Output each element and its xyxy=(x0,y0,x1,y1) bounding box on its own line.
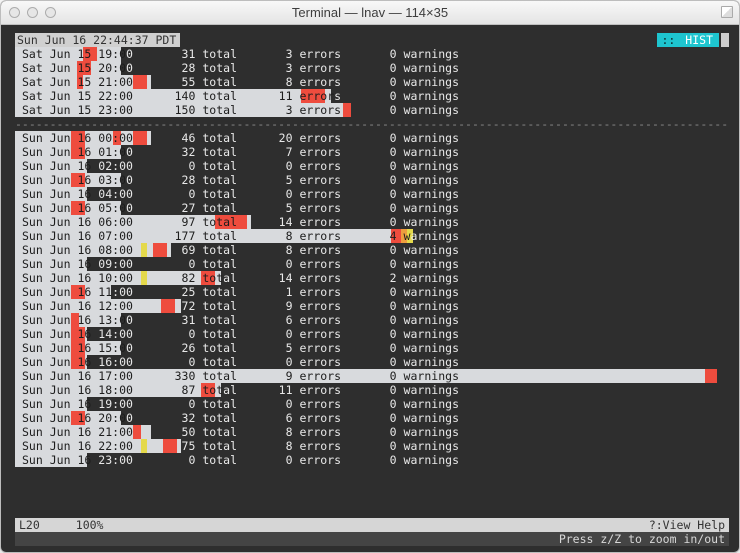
row-text: Sun Jun 16 15:00 26 total 5 errors 0 war… xyxy=(15,341,459,355)
status-line: L20 100% ?:View Help xyxy=(15,518,729,532)
histogram-row: Sun Jun 16 19:00 0 total 0 errors 0 warn… xyxy=(15,397,729,411)
window-title: Terminal — lnav — 114×35 xyxy=(1,5,739,20)
red-tick-icon xyxy=(705,369,717,383)
row-text: Sat Jun 15 20:00 28 total 3 errors 0 war… xyxy=(15,61,459,75)
row-text: Sat Jun 15 23:00 150 total 3 errors 0 wa… xyxy=(15,103,459,117)
histogram-row: Sun Jun 16 20:00 32 total 6 errors 0 war… xyxy=(15,411,729,425)
row-text: Sun Jun 16 07:00 177 total 8 errors 4 wa… xyxy=(15,229,459,243)
row-text: Sun Jun 16 19:00 0 total 0 errors 0 warn… xyxy=(15,397,459,411)
histogram-row: Sun Jun 16 02:00 0 total 0 errors 0 warn… xyxy=(15,159,729,173)
histogram-row: Sun Jun 16 16:00 0 total 0 errors 0 warn… xyxy=(15,355,729,369)
histogram-row: Sun Jun 16 07:00 177 total 8 errors 4 wa… xyxy=(15,229,729,243)
row-text: Sun Jun 16 00:00 46 total 20 errors 0 wa… xyxy=(15,131,459,145)
histogram-row: Sun Jun 16 22:00 75 total 8 errors 0 war… xyxy=(15,439,729,453)
line-number: L20 xyxy=(19,518,40,532)
row-text: Sun Jun 16 13:00 31 total 6 errors 0 war… xyxy=(15,313,459,327)
row-text: Sun Jun 16 18:00 87 total 11 errors 0 wa… xyxy=(15,383,459,397)
section-divider: ----------------------------------------… xyxy=(15,117,729,131)
close-icon[interactable] xyxy=(9,7,20,18)
zoom-hint: Press z/Z to zoom in/out xyxy=(559,532,725,546)
histogram-row: Sun Jun 16 15:00 26 total 5 errors 0 war… xyxy=(15,341,729,355)
row-text: Sun Jun 16 10:00 82 total 14 errors 2 wa… xyxy=(15,271,459,285)
terminal-viewport[interactable]: Sun Jun 16 22:44:37 PDT :: HIST Sat Jun … xyxy=(1,25,739,552)
histogram-row: Sun Jun 16 04:00 0 total 0 errors 0 warn… xyxy=(15,187,729,201)
row-text: Sat Jun 15 22:00 140 total 11 errors 0 w… xyxy=(15,89,459,103)
histogram-row: Sun Jun 16 23:00 0 total 0 errors 0 warn… xyxy=(15,453,729,467)
row-text: Sun Jun 16 17:00 330 total 9 errors 0 wa… xyxy=(15,369,459,383)
histogram-row: Sun Jun 16 06:00 97 total 14 errors 0 wa… xyxy=(15,215,729,229)
row-text: Sun Jun 16 14:00 0 total 0 errors 0 warn… xyxy=(15,327,459,341)
row-text: Sun Jun 16 12:00 72 total 9 errors 0 war… xyxy=(15,299,459,313)
histogram-row: Sun Jun 16 17:00 330 total 9 errors 0 wa… xyxy=(15,369,729,383)
traffic-lights xyxy=(9,7,56,18)
hist-mode-label: HIST xyxy=(679,33,719,47)
histogram-row: Sat Jun 15 21:00 55 total 8 errors 0 war… xyxy=(15,75,729,89)
titlebar: Terminal — lnav — 114×35 xyxy=(1,1,739,25)
top-status-bar: Sun Jun 16 22:44:37 PDT :: HIST xyxy=(15,33,729,47)
row-text: Sun Jun 16 20:00 32 total 6 errors 0 war… xyxy=(15,411,459,425)
hist-indicator: :: xyxy=(657,33,679,47)
help-hint: ?:View Help xyxy=(649,518,725,532)
histogram-row: Sun Jun 16 21:00 50 total 8 errors 0 war… xyxy=(15,425,729,439)
histogram-row: Sun Jun 16 01:00 32 total 7 errors 0 war… xyxy=(15,145,729,159)
clock-text: Sun Jun 16 22:44:37 PDT xyxy=(15,33,180,47)
expand-icon[interactable] xyxy=(721,6,733,18)
scrollbar-icon[interactable] xyxy=(721,33,729,47)
row-text: Sun Jun 16 03:00 28 total 5 errors 0 war… xyxy=(15,173,459,187)
hint-line: Press z/Z to zoom in/out xyxy=(15,532,729,546)
histogram-row: Sun Jun 16 18:00 87 total 11 errors 0 wa… xyxy=(15,383,729,397)
row-text: Sun Jun 16 21:00 50 total 8 errors 0 war… xyxy=(15,425,459,439)
row-text: Sun Jun 16 16:00 0 total 0 errors 0 warn… xyxy=(15,355,459,369)
histogram-row: Sun Jun 16 05:00 27 total 5 errors 0 war… xyxy=(15,201,729,215)
histogram-row: Sun Jun 16 13:00 31 total 6 errors 0 war… xyxy=(15,313,729,327)
histogram-row: Sat Jun 15 23:00 150 total 3 errors 0 wa… xyxy=(15,103,729,117)
zoom-icon[interactable] xyxy=(45,7,56,18)
row-text: Sun Jun 16 02:00 0 total 0 errors 0 warn… xyxy=(15,159,459,173)
row-text: Sun Jun 16 22:00 75 total 8 errors 0 war… xyxy=(15,439,459,453)
row-text: Sun Jun 16 08:00 69 total 8 errors 0 war… xyxy=(15,243,459,257)
row-text: Sun Jun 16 04:00 0 total 0 errors 0 warn… xyxy=(15,187,459,201)
row-text: Sat Jun 15 21:00 55 total 8 errors 0 war… xyxy=(15,75,459,89)
terminal-window: Terminal — lnav — 114×35 Sun Jun 16 22:4… xyxy=(0,0,740,553)
histogram-row: Sun Jun 16 08:00 69 total 8 errors 0 war… xyxy=(15,243,729,257)
histogram-row: Sun Jun 16 00:00 46 total 20 errors 0 wa… xyxy=(15,131,729,145)
row-text: Sun Jun 16 05:00 27 total 5 errors 0 war… xyxy=(15,201,459,215)
row-text: Sun Jun 16 01:00 32 total 7 errors 0 war… xyxy=(15,145,459,159)
histogram-row: Sat Jun 15 19:00 31 total 3 errors 0 war… xyxy=(15,47,729,61)
minimize-icon[interactable] xyxy=(27,7,38,18)
row-text: Sun Jun 16 06:00 97 total 14 errors 0 wa… xyxy=(15,215,459,229)
histogram-rows: Sat Jun 15 19:00 31 total 3 errors 0 war… xyxy=(15,47,729,467)
percent: 100% xyxy=(76,518,104,532)
row-text: Sat Jun 15 19:00 31 total 3 errors 0 war… xyxy=(15,47,459,61)
histogram-row: Sun Jun 16 12:00 72 total 9 errors 0 war… xyxy=(15,299,729,313)
row-text: Sun Jun 16 09:00 0 total 0 errors 0 warn… xyxy=(15,257,459,271)
row-text: Sun Jun 16 11:00 25 total 1 errors 0 war… xyxy=(15,285,459,299)
histogram-row: Sun Jun 16 11:00 25 total 1 errors 0 war… xyxy=(15,285,729,299)
histogram-row: Sun Jun 16 09:00 0 total 0 errors 0 warn… xyxy=(15,257,729,271)
histogram-row: Sun Jun 16 03:00 28 total 5 errors 0 war… xyxy=(15,173,729,187)
histogram-row: Sat Jun 15 22:00 140 total 11 errors 0 w… xyxy=(15,89,729,103)
row-text: Sun Jun 16 23:00 0 total 0 errors 0 warn… xyxy=(15,453,459,467)
histogram-row: Sun Jun 16 14:00 0 total 0 errors 0 warn… xyxy=(15,327,729,341)
histogram-row: Sat Jun 15 20:00 28 total 3 errors 0 war… xyxy=(15,61,729,75)
histogram-row: Sun Jun 16 10:00 82 total 14 errors 2 wa… xyxy=(15,271,729,285)
